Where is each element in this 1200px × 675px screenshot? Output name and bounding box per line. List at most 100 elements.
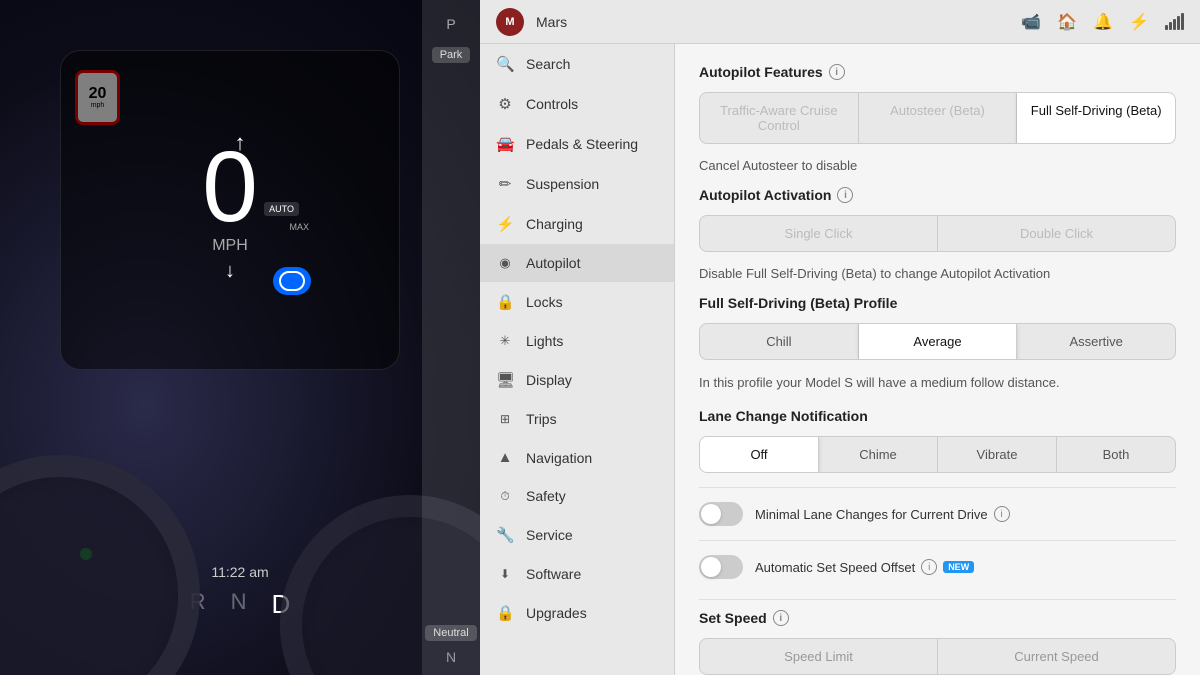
sidebar-label-display: Display xyxy=(526,372,572,388)
arrow-up-icon: ↑ xyxy=(235,130,246,156)
double-click-option[interactable]: Double Click xyxy=(938,216,1175,251)
lane-change-group: Off Chime Vibrate Both xyxy=(699,436,1176,473)
autopilot-features-group: Traffic-Aware Cruise Control Autosteer (… xyxy=(699,92,1176,144)
camera-icon[interactable]: 📹 xyxy=(1021,12,1041,32)
current-speed-option[interactable]: Current Speed xyxy=(938,639,1175,674)
minimal-lane-info-icon[interactable]: i xyxy=(994,506,1010,522)
sidebar-label-charging: Charging xyxy=(526,216,583,232)
sidebar-item-autopilot[interactable]: ◉ Autopilot xyxy=(480,244,674,282)
navigation-icon: ▲ xyxy=(496,449,514,466)
sidebar-item-suspension[interactable]: ✏ Suspension xyxy=(480,164,674,204)
gear-p: P xyxy=(422,10,480,38)
sidebar-item-pedals-steering[interactable]: 🚘 Pedals & Steering xyxy=(480,124,674,164)
activation-title: Autopilot Activation i xyxy=(699,187,1176,203)
gear-panel: P Park Neutral N xyxy=(422,0,480,675)
safety-icon: ⏱ xyxy=(496,489,514,504)
sidebar-item-trips[interactable]: ⊞ Trips xyxy=(480,400,674,438)
avatar: M xyxy=(496,8,524,36)
profile-description: In this profile your Model S will have a… xyxy=(699,374,1176,392)
sidebar-label-navigation: Navigation xyxy=(526,450,592,466)
single-click-option[interactable]: Single Click xyxy=(700,216,938,251)
sidebar-item-search[interactable]: 🔍 Search xyxy=(480,44,674,84)
service-icon: 🔧 xyxy=(496,526,514,544)
sidebar-label-lights: Lights xyxy=(526,333,563,349)
sidebar-item-lights[interactable]: ✳ Lights xyxy=(480,322,674,360)
sidebar-item-display[interactable]: 🖥 Display xyxy=(480,360,674,400)
sidebar-label-search: Search xyxy=(526,56,570,72)
lights-icon: ✳ xyxy=(496,333,514,349)
sidebar-item-software[interactable]: ⬇ Software xyxy=(480,555,674,593)
disable-fsd-text: Disable Full Self-Driving (Beta) to chan… xyxy=(699,266,1176,281)
sidebar-item-locks[interactable]: 🔒 Locks xyxy=(480,282,674,322)
divider xyxy=(699,599,1176,600)
auto-set-speed-row: Automatic Set Speed Offset i NEW xyxy=(699,540,1176,593)
trips-icon: ⊞ xyxy=(496,412,514,426)
dashboard: 20 mph 0 AUTO MAX MPH ↓ ↑ 11:22 am R N D… xyxy=(0,0,480,675)
vibrate-option[interactable]: Vibrate xyxy=(938,437,1057,472)
gear-n-bottom: N xyxy=(446,649,456,665)
fsd-profile-group: Chill Average Assertive xyxy=(699,323,1176,360)
charging-icon: ⚡ xyxy=(496,215,514,233)
activation-info-icon[interactable]: i xyxy=(837,187,853,203)
header-icons: 📹 🏠 🔔 ⚡ xyxy=(1021,12,1184,32)
set-speed-group: Speed Limit Current Speed xyxy=(699,638,1176,675)
chill-option[interactable]: Chill xyxy=(700,324,859,359)
software-icon: ⬇ xyxy=(496,567,514,581)
home-icon[interactable]: 🏠 xyxy=(1057,12,1077,32)
sidebar-label-upgrades: Upgrades xyxy=(526,605,587,621)
sidebar: 🔍 Search ⚙ Controls 🚘 Pedals & Steering … xyxy=(480,44,675,675)
sidebar-label-service: Service xyxy=(526,527,573,543)
both-option[interactable]: Both xyxy=(1057,437,1175,472)
bluetooth-icon[interactable]: ⚡ xyxy=(1129,12,1149,32)
set-speed-title: Set Speed i xyxy=(699,610,1176,626)
set-speed-info-icon[interactable]: i xyxy=(773,610,789,626)
off-option[interactable]: Off xyxy=(700,437,819,472)
autopilot-features-title: Autopilot Features i xyxy=(699,64,1176,80)
sidebar-item-controls[interactable]: ⚙ Controls xyxy=(480,84,674,124)
minimal-lane-row: Minimal Lane Changes for Current Drive i xyxy=(699,487,1176,540)
sidebar-item-safety[interactable]: ⏱ Safety xyxy=(480,477,674,515)
sidebar-label-controls: Controls xyxy=(526,96,578,112)
sidebar-label-autopilot: Autopilot xyxy=(526,255,580,271)
sidebar-item-navigation[interactable]: ▲ Navigation xyxy=(480,438,674,477)
sidebar-item-upgrades[interactable]: 🔒 Upgrades xyxy=(480,593,674,633)
average-option[interactable]: Average xyxy=(859,324,1018,359)
arrow-down-icon: ↓ xyxy=(225,260,235,283)
auto-label: AUTO xyxy=(264,202,299,216)
locks-icon: 🔒 xyxy=(496,293,514,311)
controls-icon: ⚙ xyxy=(496,95,514,113)
features-info-icon[interactable]: i xyxy=(829,64,845,80)
max-label: MAX xyxy=(289,222,309,232)
sidebar-label-suspension: Suspension xyxy=(526,176,599,192)
suspension-icon: ✏ xyxy=(496,175,514,193)
autopilot-icon: ◉ xyxy=(496,255,514,271)
assertive-option[interactable]: Assertive xyxy=(1017,324,1175,359)
neutral-badge: Neutral xyxy=(425,625,476,641)
auto-set-speed-toggle[interactable] xyxy=(699,555,743,579)
instrument-cluster: 0 AUTO MAX MPH ↓ xyxy=(60,50,400,370)
autosteer-option[interactable]: Autosteer (Beta) xyxy=(859,93,1018,143)
sidebar-item-service[interactable]: 🔧 Service xyxy=(480,515,674,555)
fsd-profile-title: Full Self-Driving (Beta) Profile xyxy=(699,295,1176,311)
auto-set-speed-info-icon[interactable]: i xyxy=(921,559,937,575)
chime-option[interactable]: Chime xyxy=(819,437,938,472)
traffic-aware-option[interactable]: Traffic-Aware Cruise Control xyxy=(700,93,859,143)
bell-icon[interactable]: 🔔 xyxy=(1093,12,1113,32)
minimal-lane-toggle[interactable] xyxy=(699,502,743,526)
speed-limit-option[interactable]: Speed Limit xyxy=(700,639,938,674)
avatar-initials: M xyxy=(505,16,514,28)
activation-group: Single Click Double Click xyxy=(699,215,1176,252)
gear-selector: R N D xyxy=(190,589,291,620)
upgrades-icon: 🔒 xyxy=(496,604,514,622)
gear-n: N xyxy=(231,589,247,620)
sidebar-label-trips: Trips xyxy=(526,411,557,427)
profile-name: Mars xyxy=(536,14,567,30)
minimal-lane-label: Minimal Lane Changes for Current Drive i xyxy=(755,506,1010,522)
fsd-option[interactable]: Full Self-Driving (Beta) xyxy=(1017,93,1175,143)
sidebar-item-charging[interactable]: ⚡ Charging xyxy=(480,204,674,244)
speed-display: 0 xyxy=(202,137,258,237)
signal-icon xyxy=(1165,13,1184,30)
auto-set-speed-label: Automatic Set Speed Offset i NEW xyxy=(755,559,974,575)
park-badge: Park xyxy=(432,47,471,63)
lane-change-title: Lane Change Notification xyxy=(699,408,1176,424)
